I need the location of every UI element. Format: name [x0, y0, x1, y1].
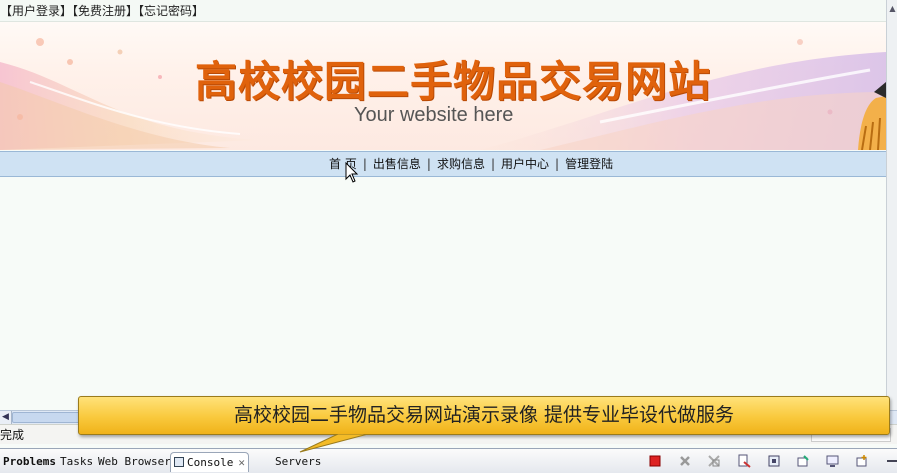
site-banner: 高校校园二手物品交易网站 Your website here [0, 22, 886, 150]
tab-console[interactable]: Console ✕ [170, 452, 249, 472]
nav-user-center-link[interactable]: 用户中心 [497, 157, 553, 171]
close-icon[interactable]: ✕ [238, 456, 245, 469]
pin-console-icon[interactable] [796, 454, 810, 468]
mouse-pointer-icon [345, 162, 359, 183]
promo-callout: 高校校园二手物品交易网站演示录像 提供专业毕设代做服务 [78, 396, 890, 435]
tab-web-browser[interactable]: Web Browser [95, 452, 174, 472]
scroll-lock-icon[interactable] [767, 454, 781, 468]
nav-separator: | [490, 157, 495, 171]
banner-subtitle: Your website here [354, 104, 514, 126]
tab-label: Problems [3, 455, 56, 468]
nav-separator: | [426, 157, 431, 171]
tab-label: Servers [275, 455, 322, 468]
callout-tail [299, 434, 369, 453]
display-console-icon[interactable] [826, 454, 840, 468]
nav-separator: | [362, 157, 367, 171]
nav-separator: | [555, 157, 560, 171]
tab-label: Web Browser [98, 455, 171, 468]
remove-launch-icon[interactable] [678, 454, 692, 468]
banner-title: 高校校园二手物品交易网站 [195, 57, 712, 106]
nav-buy-info-link[interactable]: 求购信息 [433, 157, 489, 171]
tab-problems[interactable]: Problems [0, 452, 59, 472]
user-login-link[interactable]: 【用户登录】 [0, 4, 72, 18]
vertical-scrollbar[interactable]: ▲ [886, 0, 897, 410]
terminate-icon[interactable] [648, 454, 662, 468]
remove-all-terminated-icon[interactable] [707, 454, 721, 468]
console-toolbar [648, 454, 897, 470]
scroll-up-icon[interactable]: ▲ [888, 2, 897, 16]
tab-servers[interactable]: Servers [272, 452, 324, 472]
ide-bottom-tab-bar: Problems Tasks Web Browser Console ✕ Serv… [0, 448, 897, 473]
callout-text: 高校校园二手物品交易网站演示录像 提供专业毕设代做服务 [233, 404, 735, 426]
main-nav: 首 页 | 出售信息 | 求购信息 | 用户中心 | 管理登陆 [0, 151, 886, 177]
scroll-left-icon[interactable]: ◀ [0, 411, 12, 424]
tab-label: Tasks [60, 455, 94, 468]
tab-label: Console [187, 456, 234, 469]
free-register-link[interactable]: 【免费注册】 [72, 4, 138, 18]
nav-admin-login-link[interactable]: 管理登陆 [561, 157, 617, 171]
status-text: 完成 [0, 428, 25, 442]
open-console-icon[interactable] [855, 454, 869, 468]
login-link-bar: 【用户登录】【免费注册】【忘记密码】 [0, 0, 886, 22]
forgot-password-link[interactable]: 【忘记密码】 [138, 4, 204, 18]
nav-sell-info-link[interactable]: 出售信息 [369, 157, 425, 171]
console-icon [174, 457, 184, 467]
tab-tasks[interactable]: Tasks [57, 452, 96, 472]
minimize-icon[interactable] [885, 454, 897, 468]
clear-console-icon[interactable] [737, 454, 751, 468]
